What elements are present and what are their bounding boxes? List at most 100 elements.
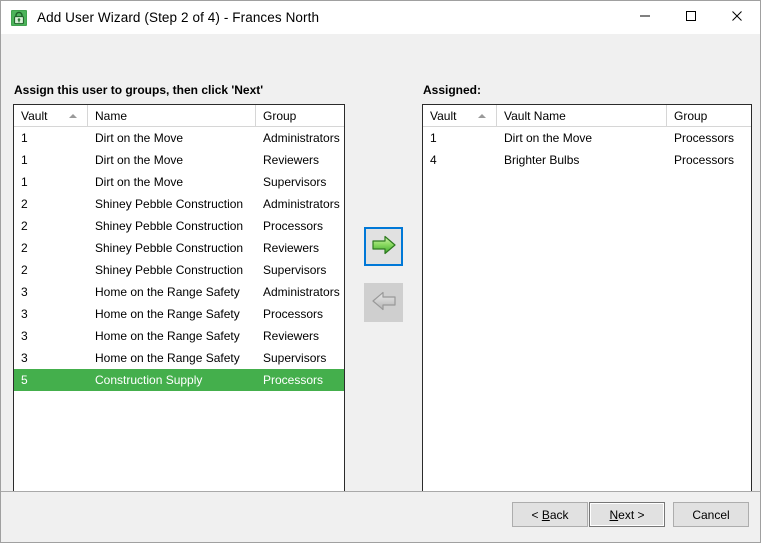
next-accel: N (609, 507, 619, 522)
next-button[interactable]: Next > (589, 502, 665, 527)
assigned-groups-rows: 1 Dirt on the Move Processors 4 Brighter Bul… (423, 127, 751, 171)
cell-group: Supervisors (263, 263, 327, 277)
cell-vault: 3 (21, 307, 28, 321)
table-row[interactable]: 2 Shiney Pebble Construction Supervisors (14, 259, 344, 281)
title-bar: Add User Wizard (Step 2 of 4) - Frances … (1, 1, 760, 34)
cell-group: Reviewers (263, 241, 320, 255)
available-groups-header: Vault Name Group (14, 105, 344, 127)
cancel-button-label: Cancel (692, 507, 730, 522)
close-button[interactable] (714, 1, 760, 34)
cell-name: Shiney Pebble Construction (95, 263, 244, 277)
column-header-group-label: Group (263, 108, 297, 123)
column-header-group[interactable]: Group (256, 105, 344, 126)
table-row[interactable]: 3 Home on the Range Safety Supervisors (14, 347, 344, 369)
table-row[interactable]: 1 Dirt on the Move Administrators (14, 127, 344, 149)
cell-name: Shiney Pebble Construction (95, 197, 244, 211)
add-to-assigned-button[interactable] (364, 227, 403, 266)
table-row[interactable]: 2 Shiney Pebble Construction Reviewers (14, 237, 344, 259)
assign-instructions-label: Assign this user to groups, then click '… (14, 83, 264, 97)
next-button-label: Next > (609, 508, 644, 522)
maximize-icon (685, 10, 697, 25)
table-row[interactable]: 2 Shiney Pebble Construction Administrator… (14, 193, 344, 215)
cell-group: Administrators (263, 285, 340, 299)
cell-name: Dirt on the Move (504, 131, 593, 145)
dialog-footer: < Back Next > Cancel (1, 491, 760, 542)
table-row[interactable]: 1 Dirt on the Move Processors (423, 127, 751, 149)
cell-vault: 2 (21, 241, 28, 255)
column-header-assigned-group-label: Group (674, 108, 708, 123)
cell-vault: 1 (21, 131, 28, 145)
window-title: Add User Wizard (Step 2 of 4) - Frances … (37, 10, 320, 25)
cell-group: Supervisors (263, 351, 327, 365)
table-row[interactable]: 5 Construction Supply Processors (14, 369, 344, 391)
cell-name: Brighter Bulbs (504, 153, 580, 167)
cell-vault: 4 (430, 153, 437, 167)
cell-name: Home on the Range Safety (95, 329, 240, 343)
cell-vault: 3 (21, 285, 28, 299)
cell-group: Reviewers (263, 153, 320, 167)
minimize-button[interactable] (622, 1, 668, 34)
cell-name: Construction Supply (95, 373, 203, 387)
column-header-assigned-vault-label: Vault (430, 108, 457, 123)
cell-group: Reviewers (263, 329, 320, 343)
maximize-button[interactable] (668, 1, 714, 34)
minimize-icon (639, 10, 651, 25)
cell-name: Dirt on the Move (95, 175, 184, 189)
assigned-groups-listview[interactable]: Vault Vault Name Group 1 Dirt on the Move… (422, 104, 752, 500)
table-row[interactable]: 2 Shiney Pebble Construction Processors (14, 215, 344, 237)
cell-name: Shiney Pebble Construction (95, 241, 244, 255)
cell-vault: 1 (430, 131, 437, 145)
cell-group: Supervisors (263, 175, 327, 189)
cell-vault: 1 (21, 175, 28, 189)
assigned-groups-header: Vault Vault Name Group (423, 105, 751, 127)
table-row[interactable]: 1 Dirt on the Move Supervisors (14, 171, 344, 193)
cell-group: Processors (263, 373, 324, 387)
back-button-label: < Back (531, 508, 568, 522)
dialog-body: Assign this user to groups, then click '… (1, 34, 760, 500)
back-suffix: ack (549, 507, 569, 522)
cell-group: Processors (674, 153, 735, 167)
cell-vault: 2 (21, 197, 28, 211)
column-header-assigned-group[interactable]: Group (667, 105, 751, 126)
table-row[interactable]: 3 Home on the Range Safety Reviewers (14, 325, 344, 347)
cell-group: Processors (263, 307, 324, 321)
remove-from-assigned-button[interactable] (364, 283, 403, 322)
column-header-vault-name-label: Vault Name (504, 108, 566, 123)
cell-name: Home on the Range Safety (95, 351, 240, 365)
cell-name: Home on the Range Safety (95, 307, 240, 321)
arrow-left-icon (371, 290, 397, 315)
cell-vault: 2 (21, 263, 28, 277)
table-row[interactable]: 3 Home on the Range Safety Administrators (14, 281, 344, 303)
cell-group: Administrators (263, 131, 340, 145)
column-header-vault-label: Vault (21, 108, 48, 123)
add-user-wizard-window: Add User Wizard (Step 2 of 4) - Frances … (0, 0, 761, 543)
cell-name: Shiney Pebble Construction (95, 219, 244, 233)
sort-ascending-icon (69, 113, 77, 118)
column-header-vault[interactable]: Vault (14, 105, 88, 126)
cell-group: Processors (674, 131, 735, 145)
arrow-right-icon (371, 234, 397, 259)
cell-vault: 2 (21, 219, 28, 233)
back-button[interactable]: < Back (512, 502, 588, 527)
cell-vault: 3 (21, 329, 28, 343)
column-header-assigned-vault[interactable]: Vault (423, 105, 497, 126)
table-row[interactable]: 1 Dirt on the Move Reviewers (14, 149, 344, 171)
available-groups-listview[interactable]: Vault Name Group 1 Dirt on the Move Admini… (13, 104, 345, 500)
column-header-name-label: Name (95, 108, 128, 123)
column-header-vault-name[interactable]: Vault Name (497, 105, 667, 126)
cell-group: Administrators (263, 197, 340, 211)
table-row[interactable]: 3 Home on the Range Safety Processors (14, 303, 344, 325)
available-groups-rows: 1 Dirt on the Move Administrators 1 Dirt on … (14, 127, 344, 391)
cell-name: Dirt on the Move (95, 131, 184, 145)
assigned-label: Assigned: (423, 83, 482, 97)
back-prefix: < (531, 507, 542, 522)
back-accel: B (541, 507, 550, 522)
column-header-name[interactable]: Name (88, 105, 256, 126)
next-suffix: ext > (618, 507, 645, 522)
cancel-button[interactable]: Cancel (673, 502, 749, 527)
cell-vault: 3 (21, 351, 28, 365)
cell-name: Dirt on the Move (95, 153, 184, 167)
cell-group: Processors (263, 219, 324, 233)
table-row[interactable]: 4 Brighter Bulbs Processors (423, 149, 751, 171)
cell-vault: 1 (21, 153, 28, 167)
